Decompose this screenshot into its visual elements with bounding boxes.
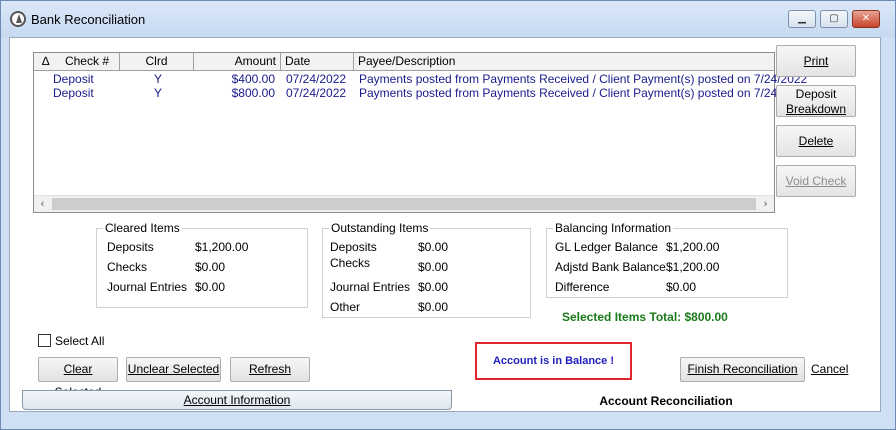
outstanding-journal-value: $0.00 [418, 280, 449, 294]
cleared-checks-label: Checks [107, 260, 148, 274]
cell-payee: Payments posted from Payments Received /… [359, 72, 808, 86]
print-button[interactable]: Print [776, 45, 856, 77]
table-row[interactable]: Deposit Y $400.00 07/24/2022 Payments po… [34, 72, 807, 86]
cleared-items-title: Cleared Items [103, 221, 182, 235]
bank-reconciliation-window: Bank Reconciliation ▁ ▢ ✕ ∆ Check # Clrd… [0, 0, 896, 430]
cleared-journal-value: $0.00 [195, 280, 226, 294]
outstanding-checks-value: $0.00 [418, 260, 449, 274]
close-icon[interactable]: ✕ [852, 10, 880, 28]
void-check-button[interactable]: Void Check [776, 165, 856, 197]
void-check-button-label: Void Check [785, 174, 847, 188]
cleared-journal-label: Journal Entries [107, 280, 188, 294]
checkbox-box[interactable] [38, 334, 51, 347]
cleared-deposits-value: $1,200.00 [195, 240, 249, 254]
outstanding-deposits-value: $0.00 [418, 240, 449, 254]
deposit-breakdown-label-line1: Deposit [795, 87, 837, 101]
title-bar: Bank Reconciliation ▁ ▢ ✕ [1, 1, 895, 37]
deposit-breakdown-label-line2: Breakdown [785, 102, 847, 116]
outstanding-other-label: Other [330, 300, 361, 314]
tab-account-information[interactable]: Account Information [22, 390, 452, 410]
sort-indicator-icon[interactable]: ∆ [34, 53, 52, 71]
scrollbar-thumb[interactable] [52, 198, 756, 210]
outstanding-deposits-label: Deposits [330, 240, 377, 254]
horizontal-scrollbar[interactable]: ‹ › [34, 195, 774, 212]
cell-date: 07/24/2022 [286, 86, 347, 100]
cancel-button[interactable]: Cancel [811, 362, 848, 376]
balancing-information-group: Balancing Information GL Ledger Balance … [546, 222, 788, 298]
app-logo-icon [10, 11, 26, 27]
cell-clrd: Y [154, 72, 163, 86]
cell-amount: $400.00 [231, 72, 275, 86]
outstanding-items-group: Outstanding Items Deposits $0.00 Checks … [322, 222, 531, 318]
maximize-icon[interactable]: ▢ [820, 10, 848, 28]
scroll-left-icon[interactable]: ‹ [34, 196, 51, 212]
window-title: Bank Reconciliation [31, 12, 146, 27]
balance-status: Account is in Balance ! [475, 342, 632, 380]
outstanding-checks-label: Checks [330, 256, 371, 270]
delete-button[interactable]: Delete [776, 125, 856, 157]
main-panel: ∆ Check # Clrd Amount Date Payee/Descrip… [9, 37, 881, 412]
delete-button-label: Delete [798, 134, 834, 148]
tab-account-reconciliation[interactable]: Account Reconciliation [456, 390, 876, 411]
cell-amount: $800.00 [231, 86, 275, 100]
outstanding-journal-label: Journal Entries [330, 280, 411, 294]
gl-ledger-balance-label: GL Ledger Balance [555, 240, 658, 254]
difference-value: $0.00 [666, 280, 697, 294]
table-row[interactable]: Deposit Y $800.00 07/24/2022 Payments po… [34, 86, 807, 100]
column-header-clrd[interactable]: Clrd [120, 53, 194, 71]
finish-reconciliation-label: Finish Reconciliation [687, 362, 798, 376]
unclear-selected-button[interactable]: Unclear Selected [126, 357, 221, 382]
adjusted-bank-balance-label: Adjstd Bank Balance [555, 260, 666, 274]
cleared-deposits-label: Deposits [107, 240, 154, 254]
column-header-payee[interactable]: Payee/Description [354, 53, 774, 71]
column-header-check[interactable]: Check # [52, 53, 120, 71]
refresh-button[interactable]: Refresh [230, 357, 310, 382]
tab-account-reconciliation-label: Account Reconciliation [599, 394, 733, 408]
clear-selected-button[interactable]: Clear Selected [38, 357, 118, 399]
minimize-icon[interactable]: ▁ [788, 10, 816, 28]
select-all-label: Select All [55, 334, 105, 348]
transactions-grid: ∆ Check # Clrd Amount Date Payee/Descrip… [33, 52, 807, 213]
adjusted-bank-balance-value: $1,200.00 [666, 260, 720, 274]
selected-items-total: Selected Items Total: $800.00 [562, 310, 728, 324]
difference-label: Difference [555, 280, 610, 294]
balancing-information-title: Balancing Information [553, 221, 674, 235]
cell-check: Deposit [53, 72, 94, 86]
tab-account-information-label: Account Information [183, 393, 291, 407]
outstanding-other-value: $0.00 [418, 300, 449, 314]
cleared-items-group: Cleared Items Deposits $1,200.00 Checks … [96, 222, 308, 308]
column-header-amount[interactable]: Amount [194, 53, 281, 71]
cleared-checks-value: $0.00 [195, 260, 226, 274]
outstanding-items-title: Outstanding Items [329, 221, 431, 235]
refresh-label: Refresh [248, 362, 292, 376]
grid-header: ∆ Check # Clrd Amount Date Payee/Descrip… [34, 53, 774, 71]
unclear-selected-label: Unclear Selected [127, 362, 220, 376]
finish-reconciliation-button[interactable]: Finish Reconciliation [680, 357, 805, 382]
cell-date: 07/24/2022 [286, 72, 347, 86]
deposit-breakdown-button[interactable]: Deposit Breakdown [776, 85, 856, 117]
cell-check: Deposit [53, 86, 94, 100]
column-header-date[interactable]: Date [281, 53, 354, 71]
scroll-right-icon[interactable]: › [757, 196, 774, 212]
print-button-label: Print [803, 54, 829, 68]
cell-payee: Payments posted from Payments Received /… [359, 86, 808, 100]
cell-clrd: Y [154, 86, 163, 100]
gl-ledger-balance-value: $1,200.00 [666, 240, 720, 254]
